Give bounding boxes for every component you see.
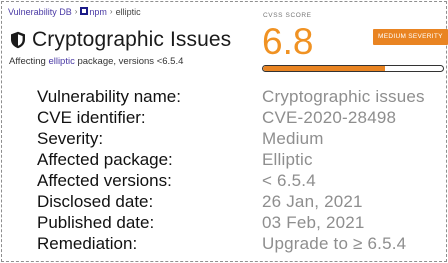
breadcrumb-package: elliptic bbox=[115, 7, 141, 17]
npm-icon bbox=[80, 7, 89, 15]
affecting-package-link[interactable]: elliptic bbox=[48, 56, 74, 67]
detail-value: 26 Jan, 2021 bbox=[262, 191, 363, 211]
detail-label: Published date: bbox=[37, 212, 155, 232]
detail-row-published-date: Published date: 03 Feb, 2021 bbox=[37, 212, 447, 233]
affecting-prefix: Affecting bbox=[9, 56, 46, 67]
detail-label: Disclosed date: bbox=[37, 191, 154, 211]
affecting-suffix: package, versions <6.5.4 bbox=[77, 56, 184, 67]
detail-row-affected-versions: Affected versions: < 6.5.4 bbox=[37, 170, 447, 191]
detail-value: Cryptographic issues bbox=[262, 86, 425, 106]
detail-label: Severity: bbox=[37, 128, 104, 148]
detail-row-vulnerability-name: Vulnerability name: Cryptographic issues bbox=[37, 86, 447, 107]
breadcrumb-separator: › bbox=[74, 7, 78, 16]
page-title: Cryptographic Issues bbox=[32, 28, 232, 51]
detail-label: Vulnerability name: bbox=[37, 86, 181, 106]
cvss-score-value: 6.8 bbox=[262, 21, 314, 62]
vulnerability-card: Vulnerability DB › npm › elliptic Crypto… bbox=[1, 1, 448, 262]
detail-value: Elliptic bbox=[262, 149, 313, 169]
detail-row-disclosed-date: Disclosed date: 26 Jan, 2021 bbox=[37, 191, 447, 212]
detail-value: CVE-2020-28498 bbox=[262, 107, 397, 127]
shield-icon bbox=[10, 31, 26, 49]
detail-label: CVE identifier: bbox=[37, 107, 146, 127]
detail-row-affected-package: Affected package: Elliptic bbox=[37, 149, 447, 170]
detail-label: Affected package: bbox=[37, 149, 173, 169]
affecting-subtitle: Affecting elliptic package, versions <6.… bbox=[9, 56, 183, 67]
breadcrumb-npm[interactable]: npm bbox=[80, 6, 107, 18]
details-list: Vulnerability name: Cryptographic issues… bbox=[37, 86, 447, 254]
severity-badge: MEDIUM SEVERITY bbox=[373, 29, 448, 45]
detail-row-remediation: Remediation: Upgrade to ≥ 6.5.4 bbox=[37, 233, 447, 254]
detail-label: Remediation: bbox=[37, 233, 138, 253]
breadcrumb-vulnerability-db[interactable]: Vulnerability DB bbox=[8, 6, 72, 18]
detail-value: 03 Feb, 2021 bbox=[262, 212, 365, 232]
breadcrumb-separator: › bbox=[109, 7, 113, 16]
detail-row-severity: Severity: Medium bbox=[37, 128, 447, 149]
detail-label: Affected versions: bbox=[37, 170, 172, 190]
detail-value: Upgrade to ≥ 6.5.4 bbox=[262, 233, 407, 253]
detail-value: Medium bbox=[262, 128, 324, 148]
score-bar-fill bbox=[263, 66, 386, 71]
score-bar bbox=[262, 65, 444, 72]
detail-value: < 6.5.4 bbox=[262, 170, 316, 190]
detail-row-cve-identifier: CVE identifier: CVE-2020-28498 bbox=[37, 107, 447, 128]
cvss-score-label: CVSS SCORE bbox=[263, 12, 312, 19]
title-row: Cryptographic Issues bbox=[10, 27, 231, 53]
breadcrumb-npm-label: npm bbox=[89, 7, 107, 17]
breadcrumb: Vulnerability DB › npm › elliptic bbox=[8, 6, 141, 18]
